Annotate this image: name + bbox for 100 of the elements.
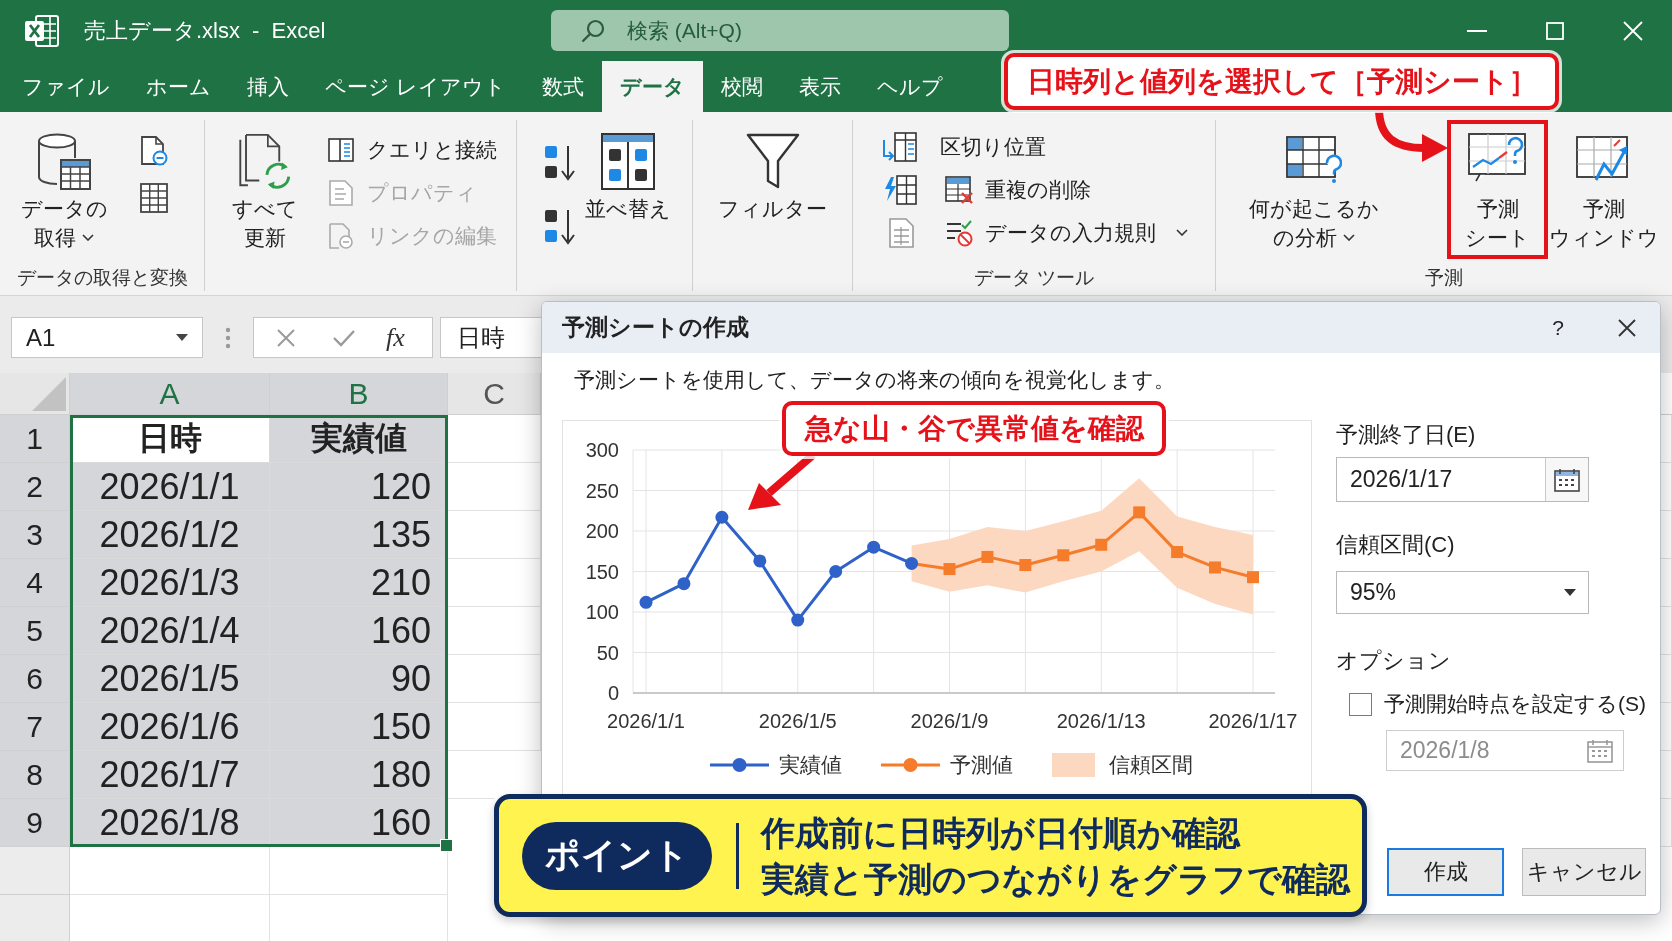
data-point [1247, 571, 1259, 584]
axis-label: 300 [585, 439, 619, 461]
filter-button[interactable]: フィルター [718, 120, 827, 223]
callout-label: 急な山・谷で異常値を確認 [782, 401, 1166, 456]
tip-badge: ポイント [522, 821, 712, 890]
dialog-button[interactable]: 作成 [1387, 848, 1504, 896]
maximize-icon[interactable] [1546, 21, 1564, 40]
sheet-cell[interactable]: 90 [270, 655, 448, 703]
sheet-cell[interactable]: 210 [270, 559, 448, 607]
insert-function-button[interactable]: fx [386, 322, 405, 353]
window-title: 売上データ.xlsx - Excel [84, 16, 326, 45]
row-header[interactable]: 1 [0, 415, 70, 463]
column-header[interactable]: C [448, 373, 541, 415]
refresh-all-button[interactable]: すべて 更新 [230, 120, 300, 252]
what-if-analysis-button[interactable]: 何が起こるか の分析 [1251, 120, 1376, 252]
sheet-cell[interactable]: 180 [270, 751, 448, 799]
ribbon-command[interactable]: 重複の削除 [945, 168, 1091, 211]
row-header[interactable]: 4 [0, 559, 70, 607]
sheet-cell[interactable]: 2026/1/7 [70, 751, 270, 799]
ribbon-tab[interactable]: 校閲 [702, 61, 781, 112]
sheet-cell[interactable] [70, 847, 270, 895]
legend-line-icon [881, 758, 940, 772]
row-header[interactable]: 2 [0, 463, 70, 511]
section-label: オプション [1336, 647, 1451, 675]
sheet-cell[interactable]: 160 [270, 799, 448, 847]
data-point [1171, 546, 1184, 559]
row-header[interactable]: 9 [0, 799, 70, 847]
column-header[interactable]: A [70, 373, 270, 415]
data-point [1019, 559, 1032, 571]
funnel-icon [745, 133, 800, 190]
axis-label: 200 [585, 520, 619, 542]
ribbon-tab[interactable]: データ [601, 61, 703, 112]
legend-label: 実績値 [779, 753, 842, 776]
legend-label: 信頼区間 [1109, 753, 1193, 776]
sort-descending-icon[interactable] [544, 208, 576, 245]
sort-ascending-icon[interactable] [544, 144, 576, 181]
table-grid-icon[interactable] [140, 183, 168, 213]
sheet-cell[interactable]: 2026/1/2 [70, 511, 270, 559]
dropdown-field[interactable]: 95% [1336, 571, 1589, 614]
row-header[interactable]: 5 [0, 607, 70, 655]
forecast-sheet-button[interactable]: 予測 シート [1455, 120, 1540, 252]
ribbon-command[interactable]: 区切り位置 [883, 125, 1188, 168]
row-header[interactable] [0, 847, 70, 895]
caret-icon [82, 234, 94, 241]
sheet-cell[interactable]: 120 [270, 463, 448, 511]
cancel-icon[interactable] [276, 327, 296, 348]
ribbon-tab[interactable]: 表示 [780, 61, 859, 112]
close-icon[interactable] [1618, 318, 1636, 337]
ribbon-tab[interactable]: ページ レイアウト [307, 61, 524, 112]
more-icon[interactable] [225, 327, 231, 349]
database-icon [37, 133, 91, 190]
sheet-cell[interactable]: 2026/1/1 [70, 463, 270, 511]
calendar-icon[interactable] [1554, 467, 1580, 492]
axis-label: 2026/1/17 [1208, 710, 1298, 732]
help-button[interactable]: ? [1546, 315, 1570, 340]
data-point [1133, 506, 1146, 519]
grid-bolt-icon[interactable] [883, 174, 917, 205]
ribbon-tab[interactable]: ホーム [128, 61, 229, 112]
ribbon-tab[interactable]: ヘルプ [858, 61, 961, 112]
legend-label: 予測値 [950, 753, 1013, 776]
forecast-window-button[interactable]: 予測 ウィンドウ [1551, 120, 1656, 252]
data-point [639, 595, 653, 609]
sheet-cell[interactable]: 実績値 [270, 415, 448, 463]
sort-button[interactable]: 並べ替え [586, 120, 670, 223]
ribbon-tab[interactable]: 挿入 [229, 61, 307, 112]
row-header[interactable]: 7 [0, 703, 70, 751]
sheet-cell[interactable]: 160 [270, 607, 448, 655]
select-all-icon[interactable] [32, 377, 66, 411]
row-header[interactable]: 6 [0, 655, 70, 703]
minimize-icon[interactable] [1467, 29, 1487, 32]
ribbon-tab[interactable]: 数式 [523, 61, 602, 112]
ribbon-tab[interactable]: ファイル [4, 61, 128, 112]
column-header[interactable]: B [270, 373, 448, 415]
document-minus-icon[interactable] [140, 136, 168, 166]
check-icon[interactable] [332, 328, 356, 347]
ribbon-command[interactable]: クエリと接続 [328, 128, 497, 171]
sheet-cell[interactable]: 2026/1/5 [70, 655, 270, 703]
fill-handle[interactable] [440, 839, 453, 852]
sheet-cell[interactable]: 2026/1/4 [70, 607, 270, 655]
document-list-icon [328, 179, 354, 206]
sheet-cell[interactable]: 2026/1/3 [70, 559, 270, 607]
axis-label: 250 [585, 479, 619, 502]
dialog-button[interactable]: キャンセル [1522, 848, 1646, 896]
sheet-cell[interactable]: 150 [270, 703, 448, 751]
get-data-button[interactable]: データの 取得 [18, 120, 110, 252]
dialog-title: 予測シートの作成 [562, 313, 749, 342]
search-field[interactable]: 検索 (Alt+Q) [551, 10, 1009, 51]
pane-icon [328, 136, 354, 163]
sheet-cell[interactable]: 2026/1/6 [70, 703, 270, 751]
sheet-cell[interactable]: 135 [270, 511, 448, 559]
axis-label: 150 [585, 560, 619, 583]
ribbon-command[interactable]: データの入力規則 [945, 211, 1188, 254]
name-box[interactable]: A1 [11, 317, 203, 358]
data-point [867, 540, 881, 554]
row-header[interactable]: 8 [0, 751, 70, 799]
sheet-cell[interactable]: 2026/1/8 [70, 799, 270, 847]
document-refresh-icon [238, 133, 292, 190]
date-field[interactable]: 2026/1/17 [1336, 457, 1589, 502]
callout-label: 日時列と値列を選択して［予測シート］ [1004, 53, 1559, 110]
row-header[interactable]: 3 [0, 511, 70, 559]
